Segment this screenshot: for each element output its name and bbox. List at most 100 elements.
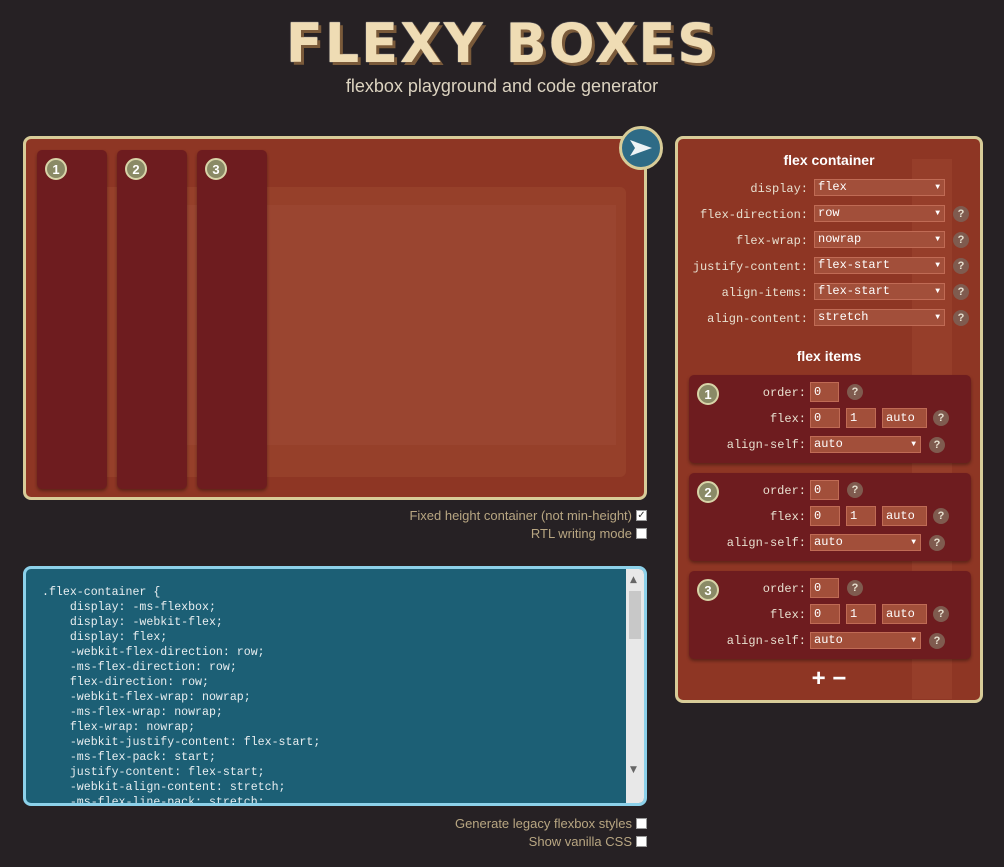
chevron-down-icon: ▼ [935, 183, 940, 192]
flex-shrink-input[interactable]: 1 [846, 408, 876, 428]
add-item-button[interactable]: + [812, 665, 826, 692]
select-value: stretch [818, 310, 869, 324]
rtl-option: RTL writing mode [531, 526, 647, 541]
order-label: order: [762, 386, 806, 400]
align-content-row: align-content: stretch ▼ ? [678, 309, 980, 331]
prop-label: display: [750, 182, 808, 196]
rtl-checkbox[interactable] [636, 528, 647, 539]
help-icon[interactable]: ? [933, 410, 949, 426]
container-title: flex container [783, 152, 875, 168]
flex-item-1[interactable]: 1 [37, 150, 107, 489]
prop-label: align-content: [707, 312, 808, 326]
order-input[interactable]: 0 [810, 480, 839, 500]
help-icon[interactable]: ? [933, 606, 949, 622]
vanilla-label: Show vanilla CSS [528, 834, 632, 849]
fixed-height-option: Fixed height container (not min-height) … [409, 508, 647, 523]
align-content-select[interactable]: stretch ▼ [814, 309, 945, 326]
item-number-badge: 1 [697, 383, 719, 405]
chevron-down-icon: ▼ [911, 440, 916, 449]
flex-basis-input[interactable]: auto [882, 604, 927, 624]
tagline: flexbox playground and code generator [345, 76, 659, 96]
items-title: flex items [796, 348, 862, 364]
align-self-select[interactable]: auto ▼ [810, 632, 921, 649]
flex-shrink-input[interactable]: 1 [846, 506, 876, 526]
vanilla-checkbox[interactable] [636, 836, 647, 847]
select-value: row [818, 206, 840, 220]
select-value: auto [814, 633, 843, 647]
flex-wrap-select[interactable]: nowrap ▼ [814, 231, 945, 248]
select-value: nowrap [818, 232, 862, 246]
flex-direction-row: flex-direction: row ▼ ? [678, 205, 980, 227]
flex-wrap-row: flex-wrap: nowrap ▼ ? [678, 231, 980, 253]
flex-label: flex: [769, 608, 806, 622]
chevron-down-icon: ▼ [935, 313, 940, 322]
legacy-label: Generate legacy flexbox styles [454, 816, 632, 831]
help-icon[interactable]: ? [953, 310, 969, 326]
logo: FLEXY BOXES [285, 12, 719, 75]
flex-grow-input[interactable]: 0 [810, 604, 840, 624]
prop-label: flex-direction: [699, 208, 808, 222]
item-card-1: 1 order: 0 ? flex: 0 1 auto ? align-self… [689, 375, 971, 463]
order-input[interactable]: 0 [810, 578, 839, 598]
help-icon[interactable]: ? [953, 284, 969, 300]
select-value: flex-start [818, 284, 891, 298]
code-text: .flex-container { display: -ms-flexbox; … [42, 586, 321, 806]
flex-grow-input[interactable]: 0 [810, 506, 840, 526]
help-icon[interactable]: ? [933, 508, 949, 524]
chevron-down-icon: ▼ [911, 636, 916, 645]
align-self-select[interactable]: auto ▼ [810, 436, 921, 453]
help-icon[interactable]: ? [929, 633, 945, 649]
flex-item-2[interactable]: 2 [117, 150, 187, 489]
select-value: flex [818, 180, 847, 194]
flex-label: flex: [769, 412, 806, 426]
flex-basis-input[interactable]: auto [882, 506, 927, 526]
flex-shrink-input[interactable]: 1 [846, 604, 876, 624]
flex-playground: 1 2 3 [23, 136, 647, 500]
prop-label: align-items: [721, 286, 808, 300]
prop-label: flex-wrap: [735, 234, 808, 248]
help-icon[interactable]: ? [929, 437, 945, 453]
prop-label: justify-content: [692, 260, 808, 274]
justify-content-row: justify-content: flex-start ▼ ? [678, 257, 980, 279]
remove-item-button[interactable]: − [832, 665, 846, 692]
flex-direction-select[interactable]: row ▼ [814, 205, 945, 222]
flex-basis-input[interactable]: auto [882, 408, 927, 428]
help-icon[interactable]: ? [953, 206, 969, 222]
rtl-label: RTL writing mode [530, 526, 632, 541]
display-select[interactable]: flex ▼ [814, 179, 945, 196]
fixed-height-label: Fixed height container (not min-height) [409, 508, 632, 523]
legacy-checkbox[interactable] [636, 818, 647, 829]
select-value: auto [814, 535, 843, 549]
help-icon[interactable]: ? [953, 258, 969, 274]
code-scrollbar[interactable]: ▲ ▼ [626, 569, 644, 803]
align-self-label: align-self: [726, 536, 806, 550]
flex-grow-input[interactable]: 0 [810, 408, 840, 428]
play-icon [630, 140, 652, 156]
align-self-label: align-self: [726, 634, 806, 648]
help-icon[interactable]: ? [847, 482, 863, 498]
chevron-down-icon: ▼ [935, 209, 940, 218]
display-row: display: flex ▼ [678, 179, 980, 201]
scroll-thumb[interactable] [629, 591, 641, 639]
order-label: order: [762, 582, 806, 596]
order-label: order: [762, 484, 806, 498]
play-button[interactable] [619, 126, 663, 170]
order-input[interactable]: 0 [810, 382, 839, 402]
justify-content-select[interactable]: flex-start ▼ [814, 257, 945, 274]
code-output[interactable]: .flex-container { display: -ms-flexbox; … [23, 566, 647, 806]
flex-item-3[interactable]: 3 [197, 150, 267, 489]
help-icon[interactable]: ? [953, 232, 969, 248]
align-self-select[interactable]: auto ▼ [810, 534, 921, 551]
help-icon[interactable]: ? [847, 384, 863, 400]
help-icon[interactable]: ? [847, 580, 863, 596]
fixed-height-checkbox[interactable]: ✓ [636, 510, 647, 521]
align-items-select[interactable]: flex-start ▼ [814, 283, 945, 300]
scroll-down-icon[interactable]: ▼ [630, 765, 637, 775]
item-number-badge: 2 [125, 158, 147, 180]
item-card-3: 3 order: 0 ? flex: 0 1 auto ? align-self… [689, 571, 971, 659]
legacy-option: Generate legacy flexbox styles [455, 816, 647, 831]
help-icon[interactable]: ? [929, 535, 945, 551]
align-self-label: align-self: [726, 438, 806, 452]
scroll-up-icon[interactable]: ▲ [630, 575, 637, 585]
item-number-badge: 3 [697, 579, 719, 601]
